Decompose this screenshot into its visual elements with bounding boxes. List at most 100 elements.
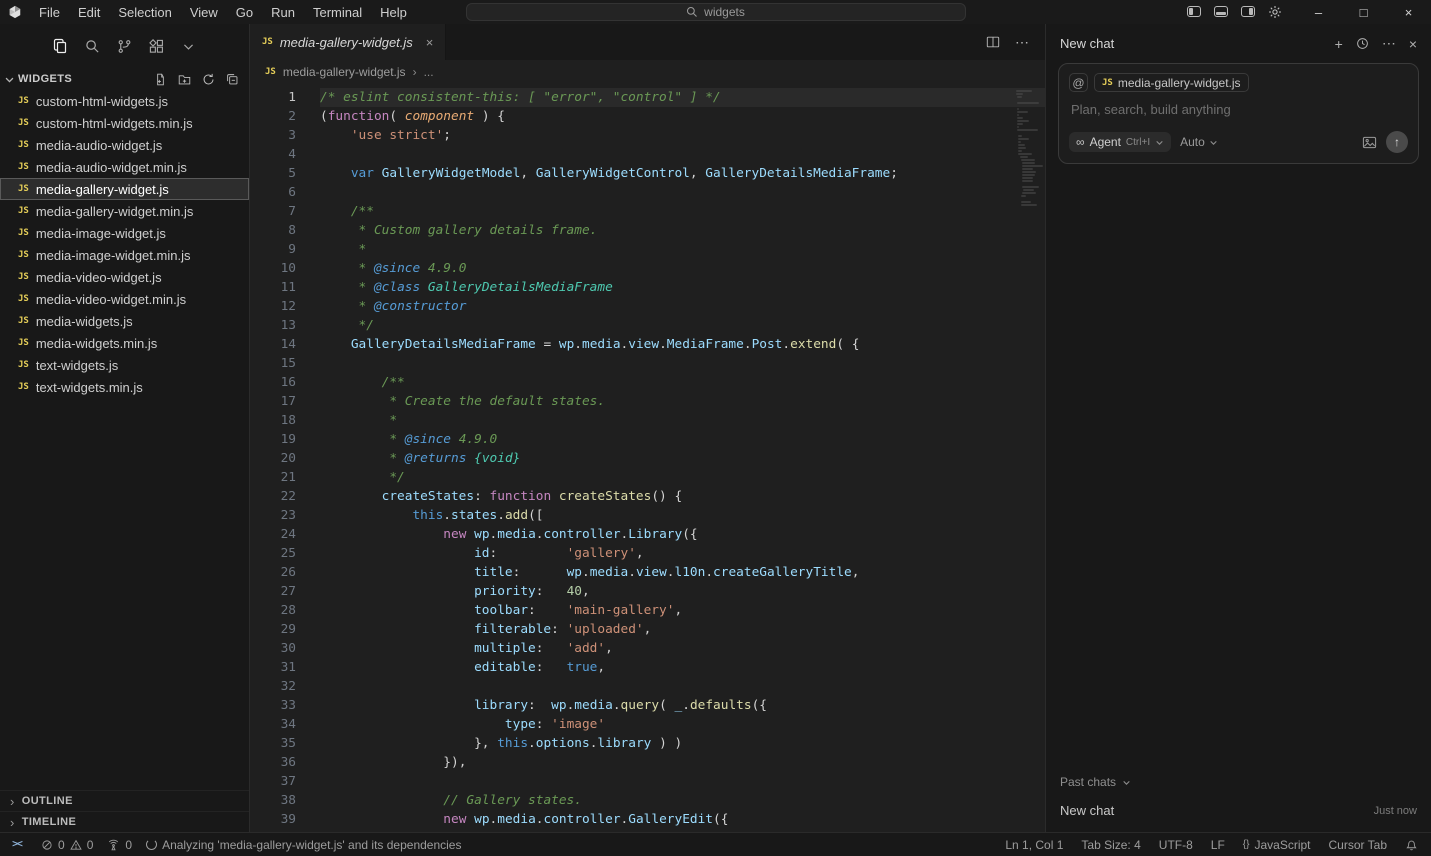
new-folder-icon[interactable] [178,73,191,86]
line-number[interactable]: 17 [250,392,296,411]
code-line-10[interactable]: 10 * @since 4.9.0 [250,259,1045,278]
code-line-39[interactable]: 39 new wp.media.controller.GalleryEdit({ [250,810,1045,829]
line-text[interactable]: GalleryDetailsMediaFrame = wp.media.view… [296,335,859,354]
line-number[interactable]: 27 [250,582,296,601]
line-number[interactable]: 38 [250,791,296,810]
encoding-setting[interactable]: UTF-8 [1150,833,1202,856]
code-line-13[interactable]: 13 */ [250,316,1045,335]
line-number[interactable]: 7 [250,202,296,221]
code-line-35[interactable]: 35 }, this.options.library ) ) [250,734,1045,753]
line-number[interactable]: 14 [250,335,296,354]
file-item-media-video-widget.js[interactable]: JSmedia-video-widget.js [0,266,249,288]
line-number[interactable]: 35 [250,734,296,753]
file-item-media-widgets.min.js[interactable]: JSmedia-widgets.min.js [0,332,249,354]
code-line-22[interactable]: 22 createStates: function createStates()… [250,487,1045,506]
code-line-20[interactable]: 20 * @returns {void} [250,449,1045,468]
file-item-custom-html-widgets.js[interactable]: JScustom-html-widgets.js [0,90,249,112]
toggle-secondary-sidebar-icon[interactable] [1241,5,1255,20]
refresh-icon[interactable] [202,73,215,86]
code-line-7[interactable]: 7 /** [250,202,1045,221]
line-text[interactable]: /* eslint consistent-this: [ "error", "c… [296,88,721,107]
line-number[interactable]: 9 [250,240,296,259]
settings-gear-icon[interactable] [1268,5,1282,19]
line-text[interactable]: title: wp.media.view.l10n.createGalleryT… [296,563,859,582]
line-text[interactable]: * @since 4.9.0 [296,430,497,449]
editor-more-actions-icon[interactable]: ⋯ [1015,34,1030,51]
chat-input-box[interactable]: @ JS media-gallery-widget.js Plan, searc… [1058,63,1419,164]
file-item-text-widgets.min.js[interactable]: JStext-widgets.min.js [0,376,249,398]
line-number[interactable]: 25 [250,544,296,563]
collapse-all-icon[interactable] [226,73,239,86]
code-line-38[interactable]: 38 // Gallery states. [250,791,1045,810]
code-line-4[interactable]: 4 [250,145,1045,164]
line-number[interactable]: 11 [250,278,296,297]
code-line-1[interactable]: 1/* eslint consistent-this: [ "error", "… [250,88,1045,107]
code-line-11[interactable]: 11 * @class GalleryDetailsMediaFrame [250,278,1045,297]
line-number[interactable]: 26 [250,563,296,582]
file-item-media-gallery-widget.min.js[interactable]: JSmedia-gallery-widget.min.js [0,200,249,222]
line-number[interactable]: 24 [250,525,296,544]
code-line-37[interactable]: 37 [250,772,1045,791]
line-text[interactable] [296,772,320,791]
line-number[interactable]: 6 [250,183,296,202]
maximize-button[interactable]: □ [1341,0,1386,24]
line-text[interactable]: createStates: function createStates() { [296,487,682,506]
file-item-media-widgets.js[interactable]: JSmedia-widgets.js [0,310,249,332]
line-number[interactable]: 2 [250,107,296,126]
toggle-panel-icon[interactable] [1214,5,1228,20]
line-number[interactable]: 8 [250,221,296,240]
line-text[interactable] [296,354,320,373]
eol-setting[interactable]: LF [1202,833,1234,856]
menu-view[interactable]: View [181,0,227,24]
code-line-23[interactable]: 23 this.states.add([ [250,506,1045,525]
chat-history-item[interactable]: New chat Just now [1046,795,1431,822]
more-views-chevron-icon[interactable] [172,31,204,61]
file-item-media-audio-widget.js[interactable]: JSmedia-audio-widget.js [0,134,249,156]
tab-media-gallery-widget[interactable]: JS media-gallery-widget.js × [250,24,446,60]
search-sidebar-icon[interactable] [76,31,108,61]
line-text[interactable]: * @class GalleryDetailsMediaFrame [296,278,613,297]
line-text[interactable]: library: wp.media.query( _.defaults({ [296,696,767,715]
line-number[interactable]: 39 [250,810,296,829]
indentation-setting[interactable]: Tab Size: 4 [1072,833,1149,856]
line-text[interactable]: new wp.media.controller.Library({ [296,525,698,544]
past-chats-toggle[interactable]: Past chats [1046,769,1431,795]
line-text[interactable]: toolbar: 'main-gallery', [296,601,682,620]
line-number[interactable]: 28 [250,601,296,620]
line-number[interactable]: 22 [250,487,296,506]
menu-selection[interactable]: Selection [109,0,180,24]
chat-close-icon[interactable]: × [1409,36,1417,52]
section-outline[interactable]: ›OUTLINE [0,790,249,811]
file-item-custom-html-widgets.min.js[interactable]: JScustom-html-widgets.min.js [0,112,249,134]
split-editor-icon[interactable] [986,35,1000,49]
line-number[interactable]: 23 [250,506,296,525]
menu-run[interactable]: Run [262,0,304,24]
chat-history-icon[interactable] [1356,37,1369,50]
file-item-media-image-widget.min.js[interactable]: JSmedia-image-widget.min.js [0,244,249,266]
line-text[interactable]: * @since 4.9.0 [296,259,466,278]
file-item-media-audio-widget.min.js[interactable]: JSmedia-audio-widget.min.js [0,156,249,178]
code-line-19[interactable]: 19 * @since 4.9.0 [250,430,1045,449]
line-text[interactable]: * Custom gallery details frame. [296,221,597,240]
menu-help[interactable]: Help [371,0,416,24]
code-line-3[interactable]: 3 'use strict'; [250,126,1045,145]
line-text[interactable]: new wp.media.controller.GalleryEdit({ [296,810,728,829]
breadcrumb-symbol[interactable]: ... [424,65,434,79]
problems-indicator[interactable]: 0 0 [34,833,100,856]
code-line-33[interactable]: 33 library: wp.media.query( _.defaults({ [250,696,1045,715]
line-number[interactable]: 29 [250,620,296,639]
notifications-bell-icon[interactable] [1396,833,1427,856]
model-selector[interactable]: Auto [1180,135,1218,149]
line-text[interactable]: var GalleryWidgetModel, GalleryWidgetCon… [296,164,898,183]
line-text[interactable]: }), [296,753,466,772]
menu-terminal[interactable]: Terminal [304,0,371,24]
line-text[interactable]: */ [296,316,374,335]
line-number[interactable]: 10 [250,259,296,278]
close-window-button[interactable]: × [1386,0,1431,24]
line-text[interactable]: multiple: 'add', [296,639,613,658]
code-line-28[interactable]: 28 toolbar: 'main-gallery', [250,601,1045,620]
code-line-31[interactable]: 31 editable: true, [250,658,1045,677]
line-text[interactable]: }, this.options.library ) ) [296,734,682,753]
line-number[interactable]: 32 [250,677,296,696]
line-text[interactable]: * @constructor [296,297,466,316]
